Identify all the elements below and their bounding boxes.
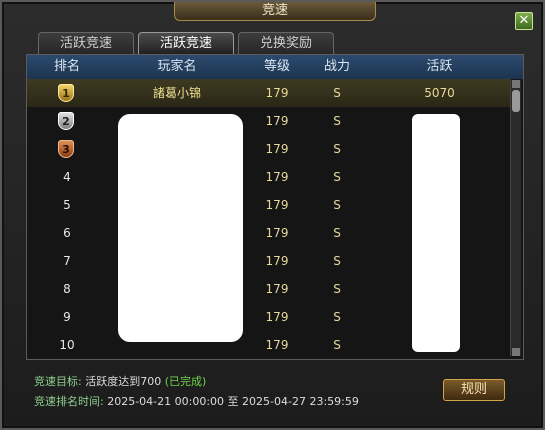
header-rank: 排名 xyxy=(53,59,80,74)
scroll-down-icon[interactable] xyxy=(512,348,520,356)
player-level: 179 xyxy=(265,310,289,324)
race-goal-label: 竞速目标: xyxy=(34,375,82,388)
race-goal-value: 活跃度达到700 xyxy=(85,375,162,388)
table-row[interactable]: 1 諸葛小锦 179 S 5070 xyxy=(27,79,511,107)
tab-activity-race-1[interactable]: 活跃竞速 xyxy=(38,32,134,54)
rank-number: 5 xyxy=(63,198,71,212)
header-activity: 活跃 xyxy=(426,59,453,74)
rank-number: 8 xyxy=(63,282,71,296)
table-scrollbar[interactable] xyxy=(510,80,521,356)
player-power: S xyxy=(333,310,341,324)
player-power: S xyxy=(333,86,341,100)
race-goal-status: (已完成) xyxy=(164,375,207,388)
player-power: S xyxy=(333,226,341,240)
player-level: 179 xyxy=(265,114,289,128)
rank-gold-badge-icon: 1 xyxy=(58,84,74,102)
scroll-thumb[interactable] xyxy=(512,90,520,112)
close-button[interactable]: ✕ xyxy=(515,12,533,30)
player-level: 179 xyxy=(265,282,289,296)
rules-button[interactable]: 规则 xyxy=(443,379,505,401)
redaction-mark-names xyxy=(118,114,243,342)
player-power: S xyxy=(333,198,341,212)
race-time-value: 2025-04-21 00:00:00 至 2025-04-27 23:59:5… xyxy=(107,395,359,408)
player-power: S xyxy=(333,114,341,128)
table-header: 排名 玩家名 等级 战力 活跃 xyxy=(27,55,523,79)
header-power: 战力 xyxy=(323,59,350,74)
player-power: S xyxy=(333,282,341,296)
race-goal: 竞速目标: 活跃度达到700 (已完成) xyxy=(34,373,206,389)
player-level: 179 xyxy=(265,226,289,240)
tab-activity-race-2[interactable]: 活跃竞速 xyxy=(138,32,234,54)
header-player-name: 玩家名 xyxy=(157,59,197,74)
header-level: 等级 xyxy=(263,59,290,74)
player-level: 179 xyxy=(265,338,289,352)
player-power: S xyxy=(333,338,341,352)
player-activity: 5070 xyxy=(424,86,455,100)
player-name: 諸葛小锦 xyxy=(152,86,201,100)
player-power: S xyxy=(333,254,341,268)
rank-number: 10 xyxy=(59,338,75,352)
player-level: 179 xyxy=(265,142,289,156)
race-time: 竞速排名时间: 2025-04-21 00:00:00 至 2025-04-27… xyxy=(34,393,359,409)
window-title: 竞速 xyxy=(174,2,376,21)
player-level: 179 xyxy=(265,254,289,268)
rank-bronze-badge-icon: 3 xyxy=(58,140,74,158)
rank-number: 4 xyxy=(63,170,71,184)
rank-number: 6 xyxy=(63,226,71,240)
race-time-label: 竞速排名时间: xyxy=(34,395,104,408)
rank-silver-badge-icon: 2 xyxy=(58,112,74,130)
tab-exchange-rewards[interactable]: 兑换奖励 xyxy=(238,32,334,54)
scroll-up-icon[interactable] xyxy=(512,80,520,88)
redaction-mark-activity xyxy=(412,114,460,352)
player-level: 179 xyxy=(265,170,289,184)
rank-number: 9 xyxy=(63,310,71,324)
player-power: S xyxy=(333,170,341,184)
rank-number: 7 xyxy=(63,254,71,268)
race-window: 竞速 ✕ 活跃竞速 活跃竞速 兑换奖励 排名 玩家名 等级 战力 活跃 1 諸葛… xyxy=(0,0,545,430)
player-level: 179 xyxy=(265,198,289,212)
player-power: S xyxy=(333,142,341,156)
player-level: 179 xyxy=(265,86,289,100)
